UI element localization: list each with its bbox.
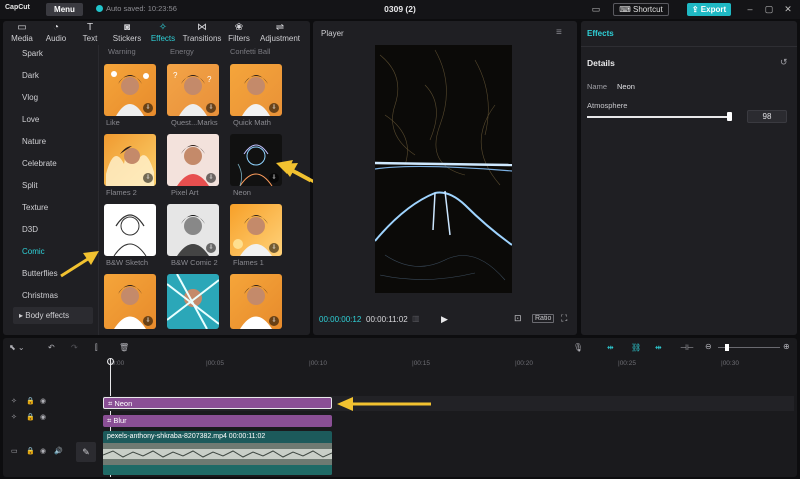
tab-effects-details[interactable]: Effects <box>587 29 614 38</box>
eye-icon[interactable]: ◉ <box>40 447 46 455</box>
audio-mute-icon[interactable]: 🔊 <box>54 447 63 455</box>
video-preview[interactable] <box>375 45 512 293</box>
video-clip-label: pexels-anthony-shkraba-8207382.mp4 00:00… <box>107 433 266 440</box>
atmosphere-slider-fill <box>587 116 730 118</box>
timeline-panel: ⬉ ⌄ ↶ ↷ ⫿ 🗑 🎙 ⇹ ⛓ ⇹ ⊣⊢ ⊖ ⊕ 00:00 |00:05 … <box>3 338 797 477</box>
name-label: Name <box>587 82 608 91</box>
cover-edit-button[interactable]: ✎ <box>76 442 96 462</box>
zoom-in-icon[interactable]: ⊕ <box>783 342 790 351</box>
zoom-out-icon[interactable]: ⊖ <box>705 342 712 351</box>
redo-icon[interactable]: ↷ <box>71 343 78 352</box>
clip-label: Blur <box>113 416 127 425</box>
minimize-icon[interactable]: – <box>744 3 756 15</box>
effect-track-icon: ✧ <box>11 398 17 405</box>
ratio-button[interactable]: Ratio <box>532 314 555 323</box>
name-value: Neon <box>617 82 635 91</box>
clip-label: Neon <box>114 399 133 408</box>
lock-icon[interactable]: 🔒 <box>26 413 35 421</box>
center-icon[interactable]: ⊣⊢ <box>680 343 694 352</box>
playhead-handle[interactable] <box>107 358 114 365</box>
neon-video-frame <box>375 45 512 293</box>
link-icon[interactable]: ⛓ <box>631 343 641 352</box>
ruler-label: |00:10 <box>309 360 327 367</box>
details-panel: Effects Details ↺ Name Neon Atmosphere 9… <box>581 21 797 335</box>
fit-icon[interactable]: ⊡ <box>514 313 522 324</box>
autosave-text: Auto saved: 10:23:56 <box>106 4 177 13</box>
player-title: Player <box>321 29 344 38</box>
player-panel: Player ≡ 00:00:00:12 00:00:11:02 ▥ ▶ ⊡ R… <box>313 21 577 335</box>
atmosphere-input[interactable]: 98 <box>747 110 787 123</box>
shortcut-label: Shortcut <box>632 5 663 14</box>
split-icon[interactable]: ⫿ <box>95 343 98 353</box>
atmosphere-slider-handle[interactable] <box>727 112 733 121</box>
neon-effect-clip[interactable]: ⌗ Neon <box>103 397 332 409</box>
ruler-label: |00:25 <box>618 360 636 367</box>
close-icon[interactable]: ✕ <box>782 3 794 15</box>
export-label: Export <box>700 5 727 14</box>
annotation-arrows <box>60 160 310 278</box>
lock-icon[interactable]: 🔒 <box>26 397 35 405</box>
menu-icon[interactable]: ≡ <box>556 27 562 38</box>
autosave-check-icon <box>96 5 103 12</box>
annotation-arrow <box>60 255 92 278</box>
delete-icon[interactable]: 🗑 <box>119 343 129 352</box>
ruler-label: |00:30 <box>721 360 739 367</box>
autosave-status: Auto saved: 10:23:56 <box>96 4 177 13</box>
eye-icon[interactable]: ◉ <box>40 397 46 405</box>
blur-effect-clip[interactable]: ⌗ Blur <box>103 415 332 427</box>
undo-icon[interactable]: ↶ <box>48 343 55 352</box>
effects-panel: ▭ Media ◔ Audio T Text ◙ Stickers ✧ Effects ⋈… <box>3 21 310 335</box>
divider <box>581 46 797 47</box>
play-icon[interactable]: ▶ <box>441 314 448 325</box>
maximize-icon[interactable]: ▢ <box>763 3 775 15</box>
magnet-icon[interactable]: ⇹ <box>607 343 614 352</box>
current-time: 00:00:00:12 <box>319 315 362 324</box>
annotation-arrow <box>337 397 431 411</box>
fullscreen-icon[interactable]: ⛶ <box>561 313 567 324</box>
ruler-label: |00:15 <box>412 360 430 367</box>
details-heading: Details <box>587 58 615 68</box>
export-button[interactable]: ⇪ Export <box>687 3 731 16</box>
microphone-icon[interactable]: 🎙 <box>573 343 583 352</box>
ruler-label: |00:20 <box>515 360 533 367</box>
eye-icon[interactable]: ◉ <box>40 413 46 421</box>
shortcut-button[interactable]: ⌨ Shortcut <box>613 3 669 16</box>
effect-track-icon: ✧ <box>11 414 17 421</box>
preview-axis-icon[interactable]: ⇹ <box>655 343 662 352</box>
ruler-label: |00:05 <box>206 360 224 367</box>
total-time: 00:00:11:02 <box>366 315 408 324</box>
atmosphere-slider-track[interactable] <box>587 116 732 118</box>
app-logo: CapCut <box>5 4 30 11</box>
reset-icon[interactable]: ↺ <box>780 57 788 68</box>
layout-icon[interactable]: ▭ <box>590 3 602 15</box>
grid-icon[interactable]: ▥ <box>412 314 420 323</box>
select-tool-icon[interactable]: ⬉ ⌄ <box>9 343 25 352</box>
video-track-icon: ▭ <box>11 448 18 455</box>
atmosphere-label: Atmosphere <box>587 101 628 110</box>
video-clip[interactable]: pexels-anthony-shkraba-8207382.mp4 00:00… <box>103 431 332 475</box>
title-bar: CapCut Menu Auto saved: 10:23:56 0309 (2… <box>0 0 800 19</box>
lock-icon[interactable]: 🔒 <box>26 447 35 455</box>
menu-button[interactable]: Menu <box>46 3 83 16</box>
video-thumbnails <box>103 443 332 475</box>
zoom-slider-handle[interactable] <box>725 344 729 351</box>
